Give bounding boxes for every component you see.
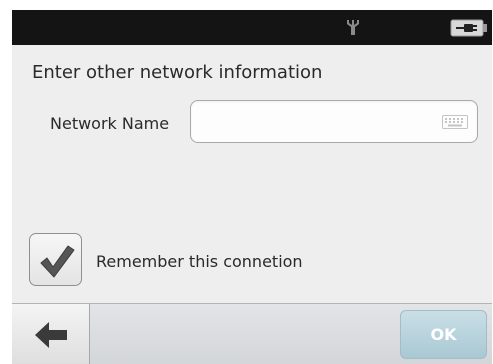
back-button[interactable] (12, 304, 90, 364)
back-arrow-icon (35, 322, 67, 348)
checkmark-icon (40, 245, 75, 278)
screen: Enter other network information Network … (12, 10, 492, 364)
remember-label[interactable]: Remember this connetion (96, 252, 303, 271)
page-title: Enter other network information (32, 62, 323, 83)
antenna-icon (347, 20, 359, 35)
battery-plug-icon (450, 19, 487, 37)
bottom-bar: OK (12, 303, 492, 364)
network-name-input[interactable] (190, 100, 478, 143)
network-name-label: Network Name (50, 114, 170, 133)
remember-checkbox[interactable] (29, 233, 82, 286)
status-bar (12, 10, 492, 45)
ok-button[interactable]: OK (400, 310, 487, 359)
keyboard-icon[interactable] (442, 115, 468, 129)
